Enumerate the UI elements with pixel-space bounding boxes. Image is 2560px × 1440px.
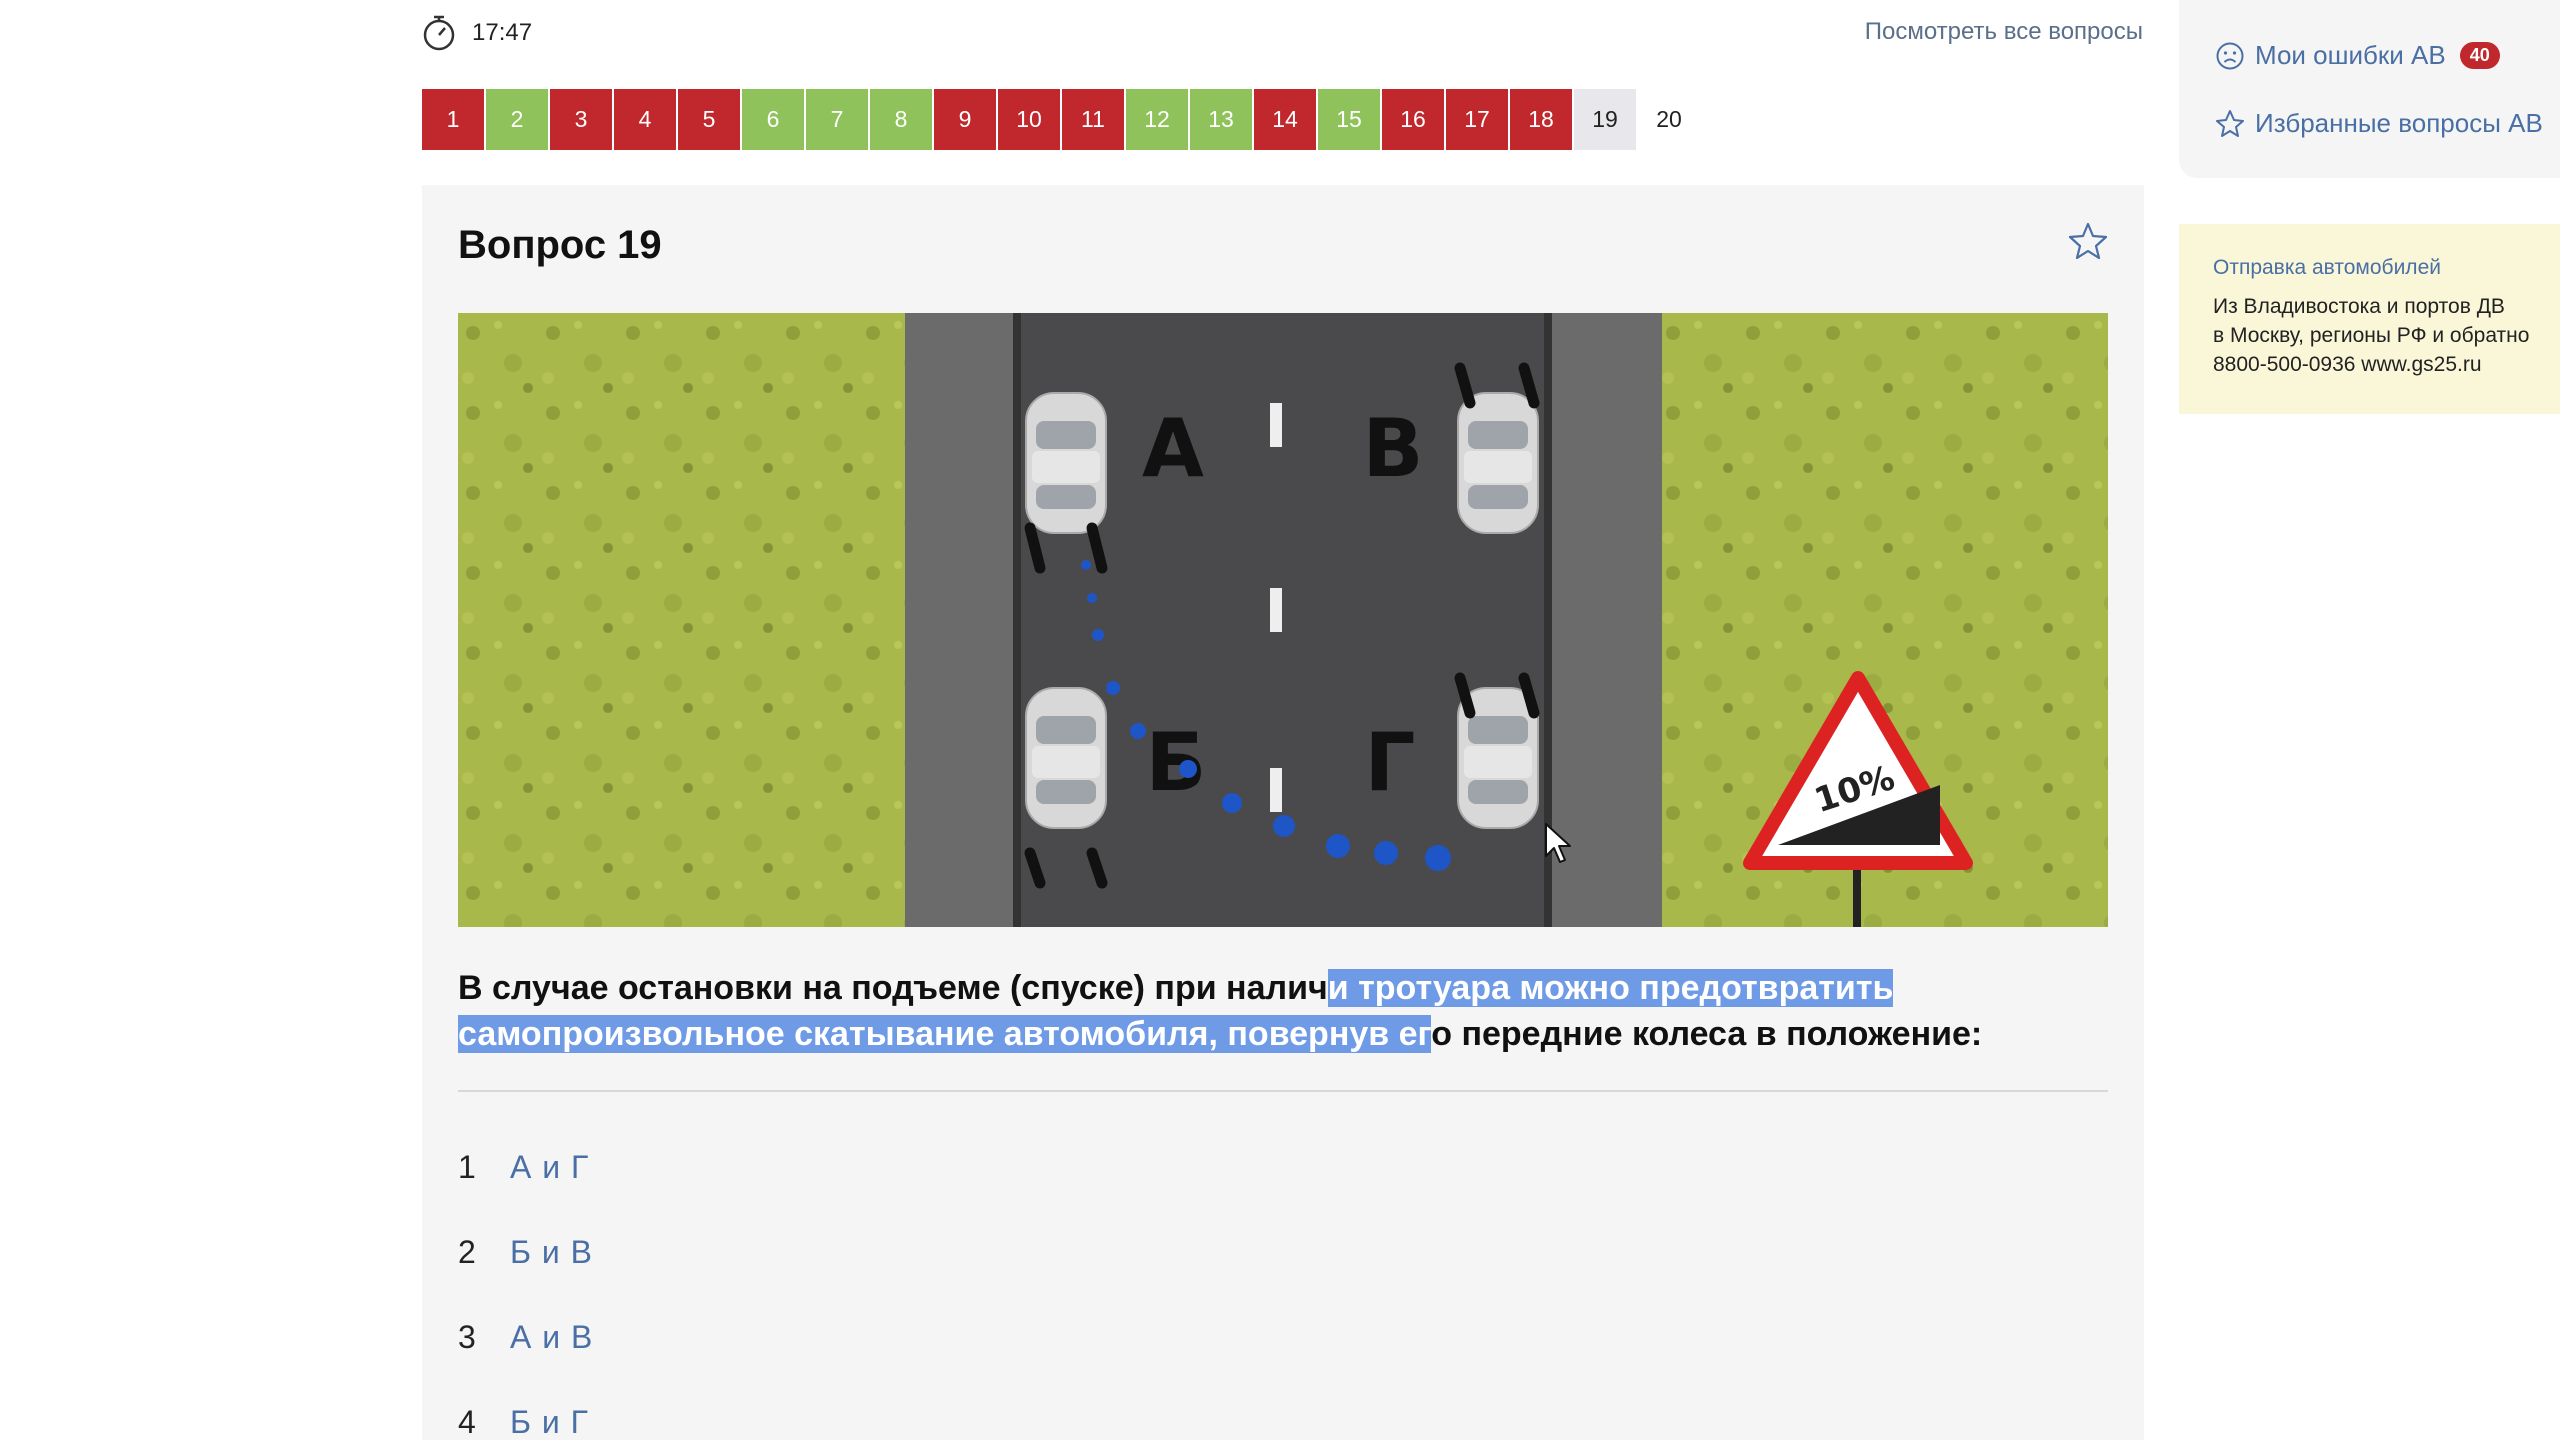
- ad-line: Из Владивостока и портов ДВ: [2213, 295, 2505, 318]
- answer-number: 1: [458, 1149, 476, 1185]
- answer-option-2[interactable]: 2 Б и В: [458, 1210, 593, 1295]
- question-nav-item-1[interactable]: 1: [422, 89, 484, 150]
- question-title: Вопрос 19: [458, 223, 662, 267]
- question-nav-item-11[interactable]: 11: [1062, 89, 1124, 150]
- ad-line: 8800-500-0936 www.gs25.ru: [2213, 353, 2482, 376]
- question-nav-item-4[interactable]: 4: [614, 89, 676, 150]
- question-nav-item-8[interactable]: 8: [870, 89, 932, 150]
- question-card: Вопрос 19 А В Б Г 10% В случае остановки…: [422, 185, 2144, 1440]
- sidebar-panel: Мои ошибки АВ 40 Избранные вопросы АВ: [2179, 0, 2560, 178]
- question-nav-item-15[interactable]: 15: [1318, 89, 1380, 150]
- question-nav-item-18[interactable]: 18: [1510, 89, 1572, 150]
- question-nav-item-17[interactable]: 17: [1446, 89, 1508, 150]
- star-icon: [2216, 109, 2244, 137]
- question-nav-item-12[interactable]: 12: [1126, 89, 1188, 150]
- timer-value: 17:47: [472, 19, 533, 46]
- star-icon[interactable]: [2068, 221, 2108, 261]
- question-nav-item-13[interactable]: 13: [1190, 89, 1252, 150]
- answer-text[interactable]: Б и Г: [510, 1404, 589, 1440]
- answer-text[interactable]: А и В: [510, 1319, 593, 1356]
- question-nav-item-6[interactable]: 6: [742, 89, 804, 150]
- question-text-after: о передние колеса в положение:: [1431, 1015, 1983, 1053]
- favorites-link[interactable]: Избранные вопросы АВ: [2215, 108, 2543, 139]
- question-nav: 1 2 3 4 5 6 7 8 9 10 11 12 13 14 15 16 17 18 19 20: [422, 89, 1702, 150]
- ad-block[interactable]: Отправка автомобилей Из Владивостока и п…: [2179, 224, 2560, 414]
- divider: [458, 1090, 2108, 1092]
- label-a: А: [1142, 402, 1204, 495]
- label-b: Б: [1146, 716, 1207, 809]
- label-g: Г: [1365, 716, 1416, 809]
- answer-text[interactable]: А и Г: [510, 1149, 589, 1186]
- question-nav-item-20[interactable]: 20: [1638, 89, 1700, 150]
- question-nav-item-9[interactable]: 9: [934, 89, 996, 150]
- answer-number: 2: [458, 1234, 476, 1270]
- my-mistakes-link[interactable]: Мои ошибки АВ 40: [2215, 40, 2500, 71]
- question-text: В случае остановки на подъеме (спуске) п…: [458, 965, 2108, 1057]
- answer-number: 3: [458, 1319, 476, 1355]
- answer-option-3[interactable]: 3 А и В: [458, 1295, 593, 1380]
- question-nav-item-5[interactable]: 5: [678, 89, 740, 150]
- answer-option-4[interactable]: 4 Б и Г: [458, 1380, 593, 1440]
- mistakes-count-badge: 40: [2459, 42, 2500, 69]
- answer-text[interactable]: Б и В: [510, 1234, 593, 1271]
- question-image: А В Б Г 10%: [458, 313, 2108, 927]
- answer-option-1[interactable]: 1 А и Г: [458, 1125, 593, 1210]
- label-v: В: [1363, 402, 1424, 495]
- my-mistakes-label: Мои ошибки АВ: [2255, 40, 2446, 70]
- question-nav-item-7[interactable]: 7: [806, 89, 868, 150]
- mouse-cursor-icon: [1545, 823, 1571, 863]
- stopwatch-icon: [423, 15, 455, 51]
- question-nav-item-16[interactable]: 16: [1382, 89, 1444, 150]
- question-nav-item-19[interactable]: 19: [1574, 89, 1636, 150]
- question-nav-item-10[interactable]: 10: [998, 89, 1060, 150]
- answer-number: 4: [458, 1404, 476, 1440]
- favorites-label: Избранные вопросы АВ: [2255, 108, 2543, 138]
- question-nav-item-3[interactable]: 3: [550, 89, 612, 150]
- question-nav-item-2[interactable]: 2: [486, 89, 548, 150]
- view-all-questions-link[interactable]: Посмотреть все вопросы: [1865, 18, 2143, 46]
- question-text-before: В случае остановки на подъеме (спуске) п…: [458, 969, 1328, 1007]
- sad-face-icon: [2216, 42, 2244, 69]
- timer: 17:47: [422, 14, 532, 52]
- ad-line: в Москву, регионы РФ и обратно: [2213, 324, 2530, 347]
- ad-title[interactable]: Отправка автомобилей: [2213, 256, 2560, 280]
- answer-list: 1 А и Г 2 Б и В 3 А и В 4 Б и Г: [458, 1125, 593, 1440]
- question-nav-item-14[interactable]: 14: [1254, 89, 1316, 150]
